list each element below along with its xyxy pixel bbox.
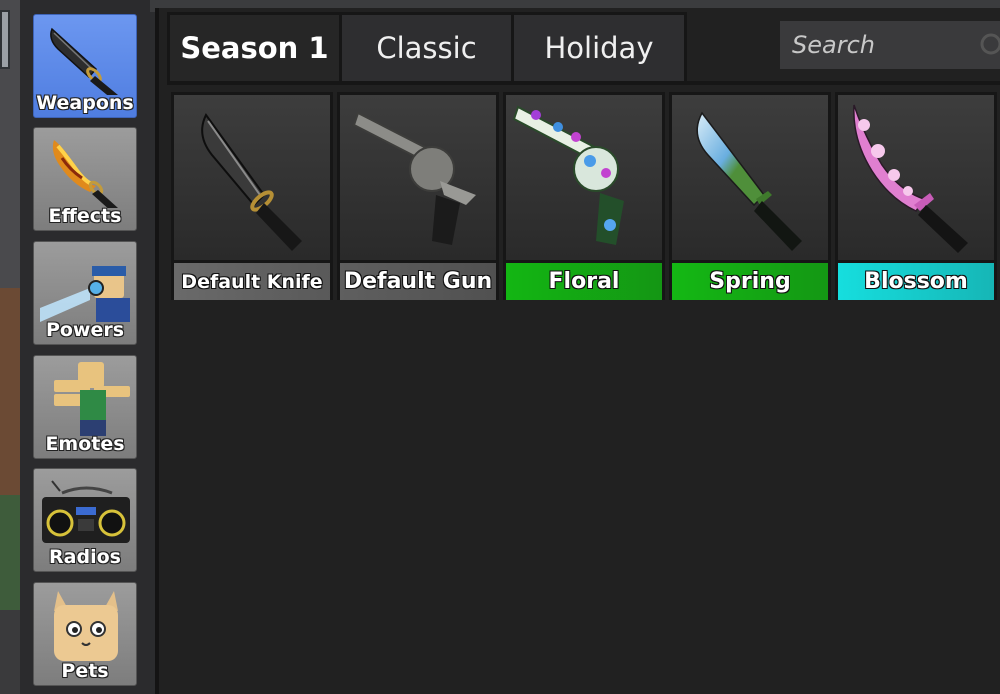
background-floor (0, 610, 20, 694)
sidebar-item-label: Radios (49, 546, 121, 568)
item-card-blossom[interactable]: Blossom (835, 92, 997, 300)
sidebar-item-emotes[interactable]: Emotes (33, 355, 137, 459)
sidebar-item-powers[interactable]: Powers (33, 241, 137, 345)
item-image (506, 95, 662, 260)
tab-underline (167, 81, 1000, 85)
tab-bar: Season 1 Classic Holiday (167, 12, 687, 84)
item-name: Default Gun (340, 263, 496, 300)
tab-holiday[interactable]: Holiday (511, 12, 687, 84)
sidebar-item-label: Weapons (36, 92, 134, 114)
background-grass (0, 495, 20, 625)
sidebar-item-radios[interactable]: Radios (33, 468, 137, 572)
boombox-icon (42, 480, 130, 543)
sidebar-item-pets[interactable]: Pets (33, 582, 137, 686)
floral-gun-icon (512, 105, 624, 245)
item-name: Default Knife (174, 263, 330, 300)
item-image (838, 95, 994, 260)
sidebar-item-label: Powers (45, 319, 125, 341)
blossom-knife-icon (853, 104, 968, 253)
search-icon[interactable] (978, 32, 1000, 58)
sidebar-item-label: Pets (61, 660, 109, 682)
sidebar-item-label: Effects (48, 205, 122, 227)
tab-season-1[interactable]: Season 1 (167, 12, 342, 84)
item-card-default-knife[interactable]: Default Knife (171, 92, 333, 300)
item-image (174, 95, 330, 260)
flaming-knife-icon (52, 140, 118, 208)
background-wood (0, 288, 20, 513)
tab-classic[interactable]: Classic (339, 12, 514, 84)
default-knife-icon (201, 113, 302, 251)
item-card-default-gun[interactable]: Default Gun (337, 92, 499, 300)
character-power-icon (40, 266, 130, 322)
spring-knife-icon (696, 111, 802, 251)
item-image (672, 95, 828, 260)
sidebar-item-effects[interactable]: Effects (33, 127, 137, 231)
background-window (0, 10, 10, 69)
inventory-sidebar: Weapons Effects Powers Emotes Radios Pet… (20, 0, 150, 694)
inventory-panel: Season 1 Classic Holiday Default Knife (155, 8, 1000, 694)
item-name: Blossom (838, 263, 994, 300)
search-box (780, 21, 1000, 69)
item-name: Spring (672, 263, 828, 300)
character-emote-icon (54, 362, 130, 436)
knife-icon (50, 27, 118, 95)
item-card-floral[interactable]: Floral (503, 92, 665, 300)
sidebar-item-weapons[interactable]: Weapons (33, 14, 137, 118)
sidebar-item-label: Emotes (45, 433, 125, 455)
cat-pet-icon (54, 591, 118, 661)
item-card-spring[interactable]: Spring (669, 92, 831, 300)
item-image (340, 95, 496, 260)
default-gun-icon (352, 111, 476, 245)
search-input[interactable] (780, 30, 974, 60)
item-name: Floral (506, 263, 662, 300)
